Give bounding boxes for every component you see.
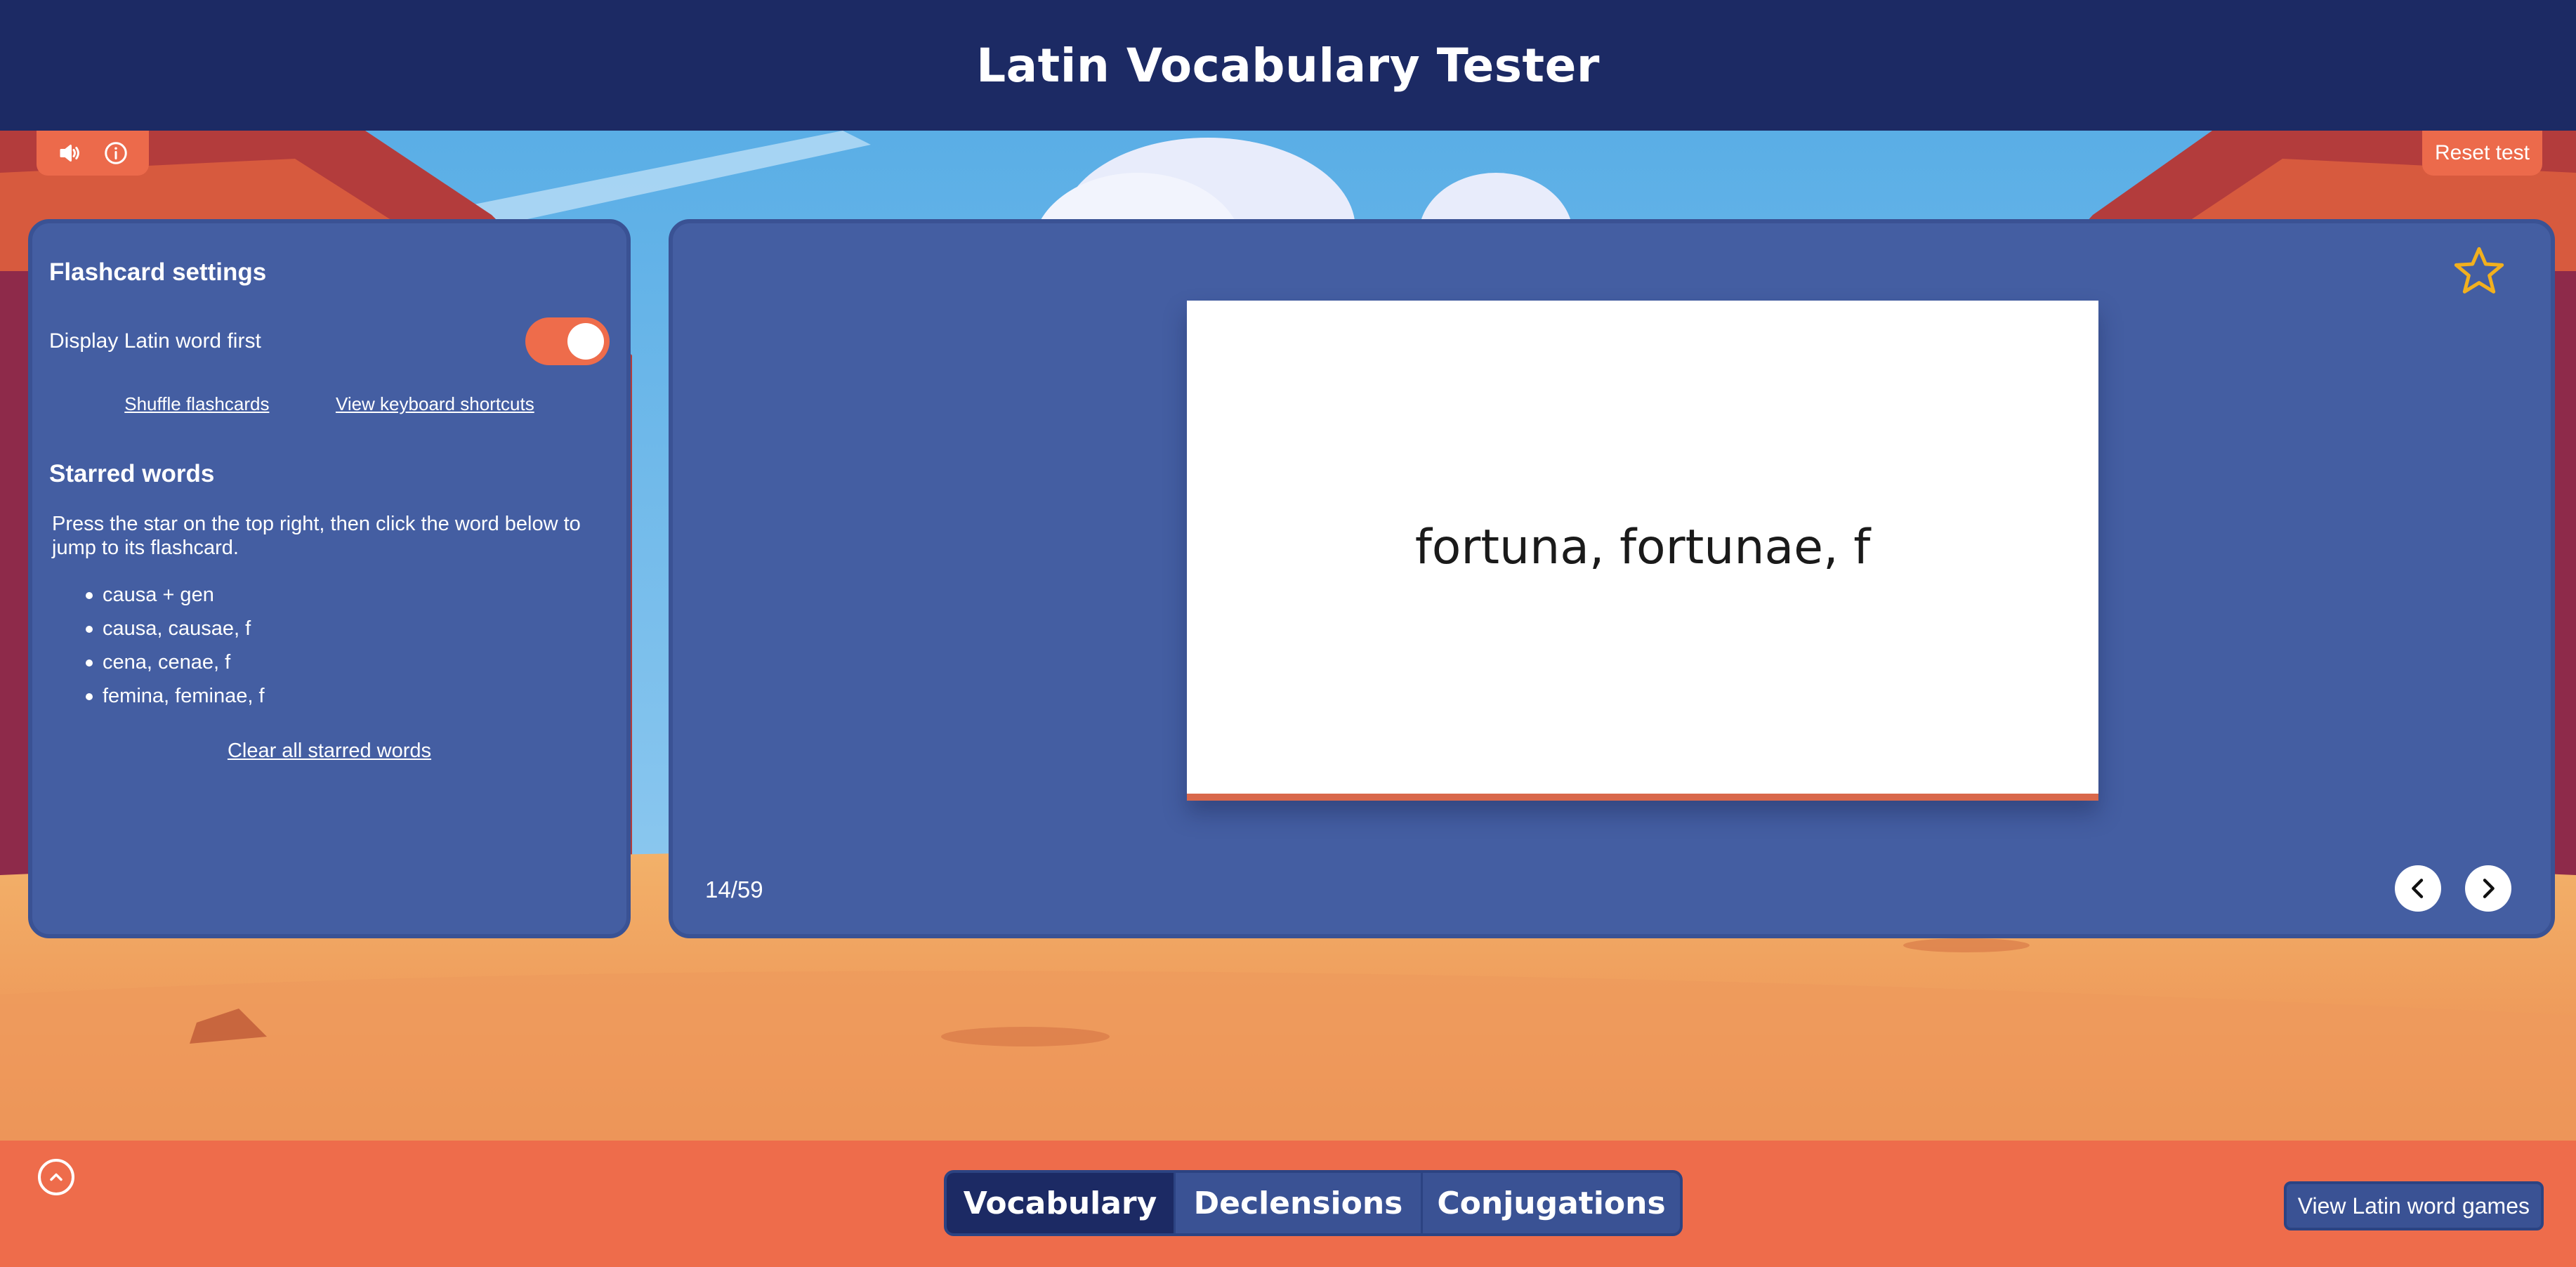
bottom-bar: Vocabulary Declensions Conjugations View… — [0, 1141, 2576, 1267]
flashcard-word: fortuna, fortunae, f — [1414, 519, 1871, 575]
settings-heading: Flashcard settings — [49, 258, 267, 286]
starred-words-heading: Starred words — [49, 460, 215, 487]
scroll-up-button[interactable] — [38, 1159, 74, 1195]
flashcard-settings-panel: Flashcard settings Display Latin word fi… — [28, 219, 631, 938]
tab-declensions[interactable]: Declensions — [1176, 1173, 1423, 1233]
sound-info-controls — [37, 131, 149, 176]
speaker-icon[interactable] — [53, 137, 86, 169]
chevron-left-icon — [2412, 879, 2424, 898]
keyboard-shortcuts-link[interactable]: View keyboard shortcuts — [336, 393, 534, 415]
starred-word-item[interactable]: causa + gen — [86, 578, 610, 612]
starred-word-item[interactable]: causa, causae, f — [86, 612, 610, 645]
toggle-knob — [567, 323, 604, 360]
star-outline-icon[interactable] — [2451, 243, 2507, 299]
mode-tabs: Vocabulary Declensions Conjugations — [944, 1170, 1683, 1236]
chevron-up-icon — [50, 1173, 63, 1181]
starred-word-item[interactable]: cena, cenae, f — [86, 645, 610, 679]
previous-card-button[interactable] — [2395, 865, 2441, 912]
clear-starred-words-link[interactable]: Clear all starred words — [49, 740, 610, 763]
reset-test-button[interactable]: Reset test — [2421, 131, 2542, 176]
flashcard-panel: fortuna, fortunae, f 14/59 — [669, 219, 2555, 938]
starred-word-item[interactable]: femina, feminae, f — [86, 679, 610, 713]
app-header: Latin Vocabulary Tester — [0, 0, 2576, 131]
display-latin-first-row: Display Latin word first — [49, 317, 610, 365]
settings-links: Shuffle flashcards View keyboard shortcu… — [49, 393, 610, 415]
chevron-right-icon — [2483, 879, 2495, 898]
display-latin-first-toggle[interactable] — [525, 317, 610, 365]
display-latin-first-label: Display Latin word first — [49, 329, 261, 353]
info-icon[interactable] — [100, 137, 132, 169]
tab-conjugations[interactable]: Conjugations — [1423, 1173, 1680, 1233]
starred-description: Press the star on the top right, then cl… — [52, 513, 581, 559]
next-card-button[interactable] — [2465, 865, 2511, 912]
flashcard[interactable]: fortuna, fortunae, f — [1187, 301, 2098, 801]
card-counter: 14/59 — [705, 877, 763, 902]
starred-words-list: causa + gen causa, causae, f cena, cenae… — [49, 578, 610, 713]
shuffle-flashcards-link[interactable]: Shuffle flashcards — [124, 393, 269, 415]
tab-vocabulary[interactable]: Vocabulary — [947, 1173, 1176, 1233]
view-latin-word-games-button[interactable]: View Latin word games — [2283, 1181, 2544, 1230]
app-title: Latin Vocabulary Tester — [976, 38, 1600, 93]
